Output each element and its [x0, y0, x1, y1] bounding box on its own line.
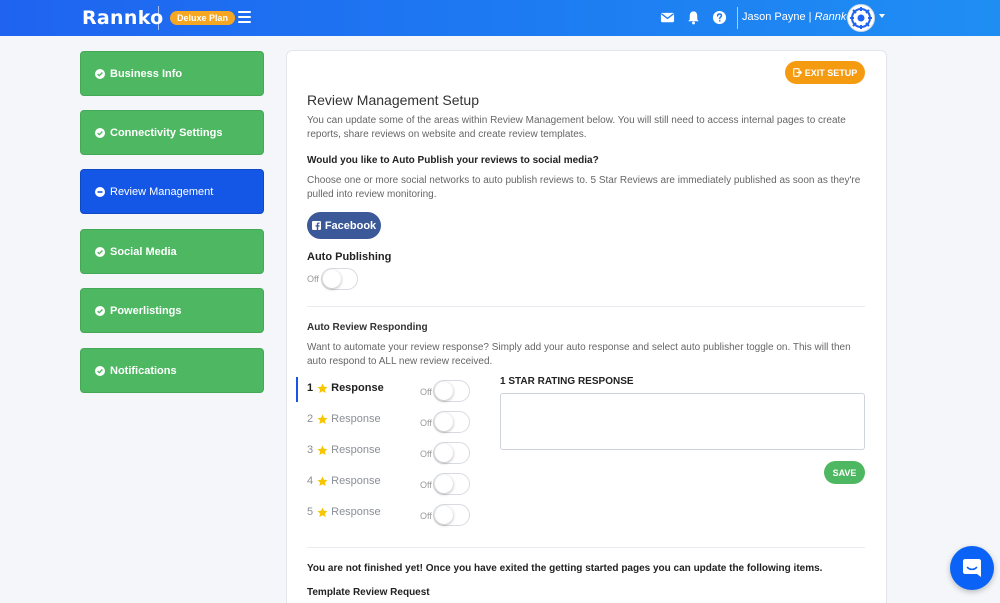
bell-icon[interactable]	[686, 10, 701, 25]
star-icon	[317, 445, 328, 455]
mail-icon[interactable]	[660, 10, 675, 25]
star-icon	[317, 383, 328, 393]
check-circle-icon	[95, 365, 105, 376]
check-circle-icon	[95, 305, 105, 316]
check-circle-icon	[95, 246, 105, 257]
response-toggle-state: Off	[420, 511, 432, 521]
star-icon	[317, 476, 328, 486]
auto-publishing-label: Auto Publishing	[307, 251, 392, 263]
avatar[interactable]	[847, 4, 875, 32]
response-tab-2[interactable]: 2 Response	[307, 413, 381, 425]
plan-badge: Deluxe Plan	[170, 11, 236, 25]
sidebar-item-social-media[interactable]: Social Media	[80, 229, 264, 274]
response-tab-1[interactable]: 1 Response	[307, 382, 384, 394]
sidebar-item-business-info[interactable]: Business Info	[80, 51, 264, 96]
response-textarea[interactable]	[500, 393, 865, 450]
facebook-icon	[311, 221, 321, 230]
sidebar-item-label: Notifications	[110, 364, 177, 377]
response-toggle-state: Off	[420, 418, 432, 428]
minus-circle-icon	[95, 186, 105, 197]
auto-publishing-toggle[interactable]	[321, 268, 358, 290]
response-5-toggle[interactable]	[433, 504, 470, 526]
response-tab-5[interactable]: 5 Response	[307, 506, 381, 518]
response-tab-4[interactable]: 4 Response	[307, 475, 381, 487]
auto-publish-question: Would you like to Auto Publish your revi…	[307, 155, 599, 166]
template-review-title: Template Review Request	[307, 587, 430, 598]
user-divider	[737, 7, 738, 29]
sidebar-item-label: Business Info	[110, 67, 183, 80]
sidebar-item-label: Review Management	[110, 185, 214, 198]
response-4-toggle[interactable]	[433, 473, 470, 495]
help-icon[interactable]	[712, 10, 727, 25]
top-navbar: Rannko Deluxe Plan Jason Payne | Rannko	[0, 0, 1000, 36]
star-icon	[317, 414, 328, 424]
star-icon	[317, 507, 328, 517]
hamburger-menu-icon[interactable]	[238, 11, 251, 23]
divider	[307, 547, 865, 548]
exit-icon	[792, 68, 802, 77]
sidebar-item-label: Social Media	[110, 245, 177, 258]
response-toggle-state: Off	[420, 449, 432, 459]
response-toggle-state: Off	[420, 480, 432, 490]
response-title: 1 STAR RATING RESPONSE	[500, 376, 634, 387]
divider	[307, 306, 865, 307]
chat-button[interactable]	[950, 546, 994, 590]
active-response-indicator	[296, 377, 298, 402]
page-title: Review Management Setup	[307, 92, 479, 108]
sidebar-item-label: Powerlistings	[110, 304, 182, 317]
intro-text: You can update some of the areas within …	[307, 115, 846, 140]
check-circle-icon	[95, 127, 105, 138]
auto-responding-description: Want to automate your review response? S…	[307, 342, 851, 367]
sidebar-item-review-management[interactable]: Review Management	[80, 169, 264, 214]
logo[interactable]: Rannko	[82, 7, 163, 29]
chat-icon	[963, 559, 981, 577]
logo-divider	[158, 6, 159, 30]
response-2-toggle[interactable]	[433, 411, 470, 433]
exit-setup-button[interactable]: EXIT SETUP	[785, 61, 865, 84]
sidebar-item-connectivity-settings[interactable]: Connectivity Settings	[80, 110, 264, 155]
save-button[interactable]: SAVE	[824, 461, 865, 484]
check-circle-icon	[95, 68, 105, 79]
auto-publish-description: Choose one or more social networks to au…	[307, 175, 861, 200]
sidebar-item-powerlistings[interactable]: Powerlistings	[80, 288, 264, 333]
user-name[interactable]: Jason Payne | Rannko	[742, 11, 853, 23]
chevron-down-icon[interactable]	[879, 14, 885, 18]
response-toggle-state: Off	[420, 387, 432, 397]
not-finished-text: You are not finished yet! Once you have …	[307, 563, 823, 574]
sidebar-item-notifications[interactable]: Notifications	[80, 348, 264, 393]
auto-publishing-toggle-state: Off	[307, 274, 319, 284]
facebook-button[interactable]: Facebook	[307, 212, 381, 239]
response-tab-3[interactable]: 3 Response	[307, 444, 381, 456]
sidebar-item-label: Connectivity Settings	[110, 126, 223, 139]
response-1-toggle[interactable]	[433, 380, 470, 402]
auto-responding-title: Auto Review Responding	[307, 322, 428, 333]
response-3-toggle[interactable]	[433, 442, 470, 464]
